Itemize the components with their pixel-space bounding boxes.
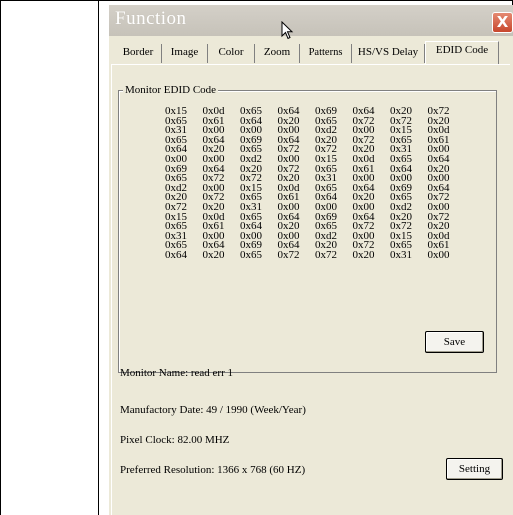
edid-byte: 0x31 — [390, 248, 412, 261]
setting-button[interactable]: Setting — [446, 458, 503, 480]
tab-edid-code[interactable]: EDID Code — [425, 41, 499, 65]
monitor-name: Monitor Name: read err 1 — [120, 367, 234, 379]
outer-frame-divider — [98, 0, 99, 515]
pixel-clock: Pixel Clock: 82.00 MHZ — [120, 434, 230, 446]
close-button[interactable]: X — [492, 12, 513, 33]
function-dialog: Function X Border Image Color Zoom Patte… — [109, 5, 513, 515]
edid-byte: 0x72 — [315, 248, 337, 261]
manufactory-date: Manufactory Date: 49 / 1990 (Week/Year) — [120, 404, 306, 416]
edid-byte: 0x65 — [240, 248, 262, 261]
preferred-resolution: Preferred Resolution: 1366 x 768 (60 HZ) — [120, 464, 306, 476]
edid-byte: 0x64 — [165, 248, 187, 261]
window-title: Function — [115, 8, 187, 29]
group-label: Monitor EDID Code — [123, 83, 219, 97]
edid-byte: 0x72 — [277, 248, 300, 261]
save-button[interactable]: Save — [425, 331, 484, 353]
title-bar[interactable]: Function X — [109, 5, 513, 36]
tab-bar: Border Image Color Zoom Patterns HS/VS D… — [109, 41, 513, 65]
outer-frame-left — [0, 0, 1, 515]
tab-color[interactable]: Color — [208, 44, 255, 63]
edid-byte: 0x20 — [352, 248, 375, 261]
edid-byte: 0x00 — [427, 248, 450, 261]
tab-border[interactable]: Border — [115, 44, 162, 63]
edid-byte: 0x20 — [202, 248, 225, 261]
tab-image[interactable]: Image — [162, 44, 208, 63]
tab-patterns[interactable]: Patterns — [300, 44, 352, 63]
outer-frame-top — [0, 0, 513, 1]
edid-code-grid: 0x15 0x0d 0x65 0x64 0x69 0x64 0x20 0x72 0x65 0x61… — [165, 106, 465, 261]
tab-hs-vs-delay[interactable]: HS/VS Delay — [352, 44, 425, 63]
tab-zoom[interactable]: Zoom — [255, 44, 300, 63]
tab-panel-edid-code: Monitor EDID Code 0x15 0x0d 0x65 0x64 0x69 0x… — [111, 64, 510, 515]
mouse-cursor-icon — [281, 21, 294, 40]
